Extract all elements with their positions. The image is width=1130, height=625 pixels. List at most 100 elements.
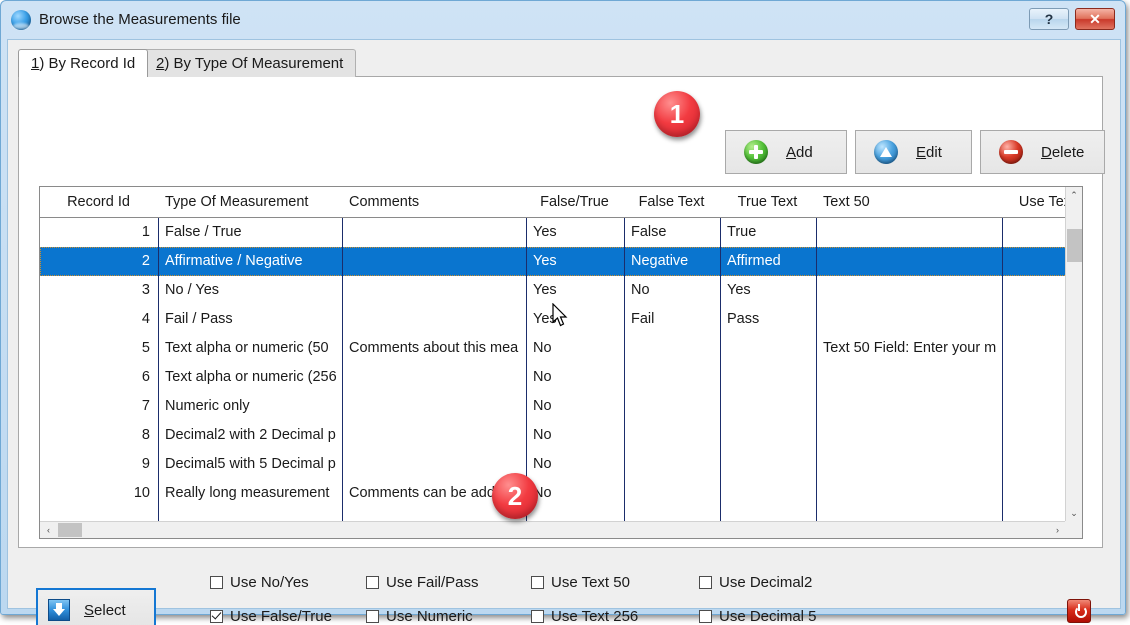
scroll-right-icon[interactable]: ›: [1049, 522, 1066, 538]
cell-false-text: Fail: [624, 305, 719, 334]
delete-button-label: Delete: [1041, 144, 1084, 161]
cell-true-text: [720, 392, 815, 421]
grid-vertical-scrollbar[interactable]: ⌃ ⌄: [1065, 187, 1082, 522]
cell-record-id: 1: [40, 218, 157, 247]
help-button[interactable]: ?: [1029, 8, 1069, 30]
scroll-up-icon[interactable]: ⌃: [1066, 187, 1082, 204]
tab-page-by-record-id: Add Edit Delete Record IdType Of Measure…: [18, 76, 1103, 548]
power-icon[interactable]: [1067, 599, 1091, 623]
vertical-scroll-thumb[interactable]: [1067, 229, 1082, 262]
cell-record-id: 10: [40, 479, 157, 508]
cell-false-true: No: [526, 421, 623, 450]
table-row[interactable]: 10Really long measurementComments can be…: [40, 479, 1067, 508]
edit-button[interactable]: Edit: [855, 130, 972, 174]
checkbox-box[interactable]: [366, 576, 379, 589]
cell-type: False / True: [158, 218, 341, 247]
delete-button[interactable]: Delete: [980, 130, 1105, 174]
table-row[interactable]: 4Fail / PassYesFailPass: [40, 305, 1067, 334]
cell-type: Fail / Pass: [158, 305, 341, 334]
grid-header-false-true[interactable]: False/True: [526, 187, 623, 217]
select-button[interactable]: Select: [36, 588, 156, 625]
cell-type: Really long measurement: [158, 479, 341, 508]
table-row[interactable]: 6Text alpha or numeric (256No: [40, 363, 1067, 392]
browse-measurements-window: Browse the Measurements file ? ✕ 1) By R…: [0, 0, 1126, 615]
grid-header-comments[interactable]: Comments: [342, 187, 525, 217]
cell-false-text: [624, 363, 719, 392]
cell-false-text: [624, 479, 719, 508]
cell-type: Numeric only: [158, 392, 341, 421]
callout-badge-2: 2: [492, 473, 538, 519]
grid-header-false-text[interactable]: False Text: [624, 187, 719, 217]
grid-header-true-text[interactable]: True Text: [720, 187, 815, 217]
checkbox-use-decimal2[interactable]: Use Decimal2: [699, 574, 812, 591]
grid-body: 1False / TrueYesFalseTrue2Affirmative / …: [40, 218, 1082, 539]
cell-record-id: 2: [40, 247, 157, 276]
checkbox-use-text-50[interactable]: Use Text 50: [531, 574, 630, 591]
cell-comments: [342, 363, 525, 392]
cell-false-true: No: [526, 334, 623, 363]
cell-false-text: False: [624, 218, 719, 247]
grid-header-text50[interactable]: Text 50: [816, 187, 1001, 217]
cell-false-text: [624, 421, 719, 450]
cell-false-true: Yes: [526, 218, 623, 247]
scroll-down-icon[interactable]: ⌄: [1066, 505, 1082, 522]
table-row[interactable]: 8Decimal2 with 2 Decimal pNo: [40, 421, 1067, 450]
grid-header-type[interactable]: Type Of Measurement: [158, 187, 341, 217]
horizontal-scroll-thumb[interactable]: [58, 523, 82, 537]
checkbox-box[interactable]: [699, 576, 712, 589]
checkbox-label: Use Decimal2: [719, 574, 812, 591]
checkbox-box[interactable]: [531, 610, 544, 623]
checkbox-box[interactable]: [210, 576, 223, 589]
table-row[interactable]: 5Text alpha or numeric (50Comments about…: [40, 334, 1067, 363]
screenshot-root: Browse the Measurements file ? ✕ 1) By R…: [0, 0, 1130, 625]
cell-true-text: [720, 479, 815, 508]
grid-horizontal-scrollbar[interactable]: ‹ ›: [40, 521, 1066, 538]
cell-comments: [342, 421, 525, 450]
close-button[interactable]: ✕: [1075, 8, 1115, 30]
checkbox-use-decimal-5[interactable]: Use Decimal 5: [699, 608, 817, 625]
tab-by-record-id[interactable]: 1) By Record Id: [18, 49, 148, 77]
table-row[interactable]: 2Affirmative / NegativeYesNegativeAffirm…: [40, 247, 1067, 276]
checkbox-label: Use Numeric: [386, 608, 473, 625]
table-row[interactable]: 1False / TrueYesFalseTrue: [40, 218, 1067, 247]
checkbox-box[interactable]: [210, 610, 223, 623]
scroll-left-icon[interactable]: ‹: [40, 522, 57, 538]
checkbox-box[interactable]: [531, 576, 544, 589]
cell-record-id: 8: [40, 421, 157, 450]
table-row[interactable]: 3No / YesYesNoYes: [40, 276, 1067, 305]
checkbox-label: Use Text 50: [551, 574, 630, 591]
checkbox-use-fail-pass[interactable]: Use Fail/Pass: [366, 574, 479, 591]
table-row[interactable]: 7Numeric onlyNo: [40, 392, 1067, 421]
select-button-label: Select: [84, 602, 126, 619]
checkbox-box[interactable]: [699, 610, 712, 623]
edit-button-label: Edit: [916, 144, 942, 161]
measurements-grid[interactable]: Record IdType Of MeasurementCommentsFals…: [39, 186, 1083, 539]
cell-type: Text alpha or numeric (256: [158, 363, 341, 392]
cell-record-id: 9: [40, 450, 157, 479]
add-button-label: Add: [786, 144, 813, 161]
checkbox-use-false-true[interactable]: Use False/True: [210, 608, 332, 625]
tab-by-type-of-measurement[interactable]: 2) By Type Of Measurement: [143, 49, 356, 77]
checkbox-use-numeric[interactable]: Use Numeric: [366, 608, 473, 625]
cell-false-text: [624, 392, 719, 421]
table-row[interactable]: 9Decimal5 with 5 Decimal pNo: [40, 450, 1067, 479]
cell-text50: Text 50 Field: Enter your m: [816, 334, 1001, 363]
edit-icon: [874, 140, 898, 164]
checkbox-box[interactable]: [366, 610, 379, 623]
cell-text50: [816, 305, 1001, 334]
window-title: Browse the Measurements file: [39, 11, 241, 28]
checkbox-use-no-yes[interactable]: Use No/Yes: [210, 574, 309, 591]
cell-text50: [816, 247, 1001, 276]
cell-true-text: [720, 421, 815, 450]
cell-comments: [342, 276, 525, 305]
cell-record-id: 3: [40, 276, 157, 305]
checkbox-label: Use Decimal 5: [719, 608, 817, 625]
add-button[interactable]: Add: [725, 130, 847, 174]
cell-comments: [342, 450, 525, 479]
cell-comments: [342, 305, 525, 334]
cell-type: Decimal5 with 5 Decimal p: [158, 450, 341, 479]
cell-true-text: Pass: [720, 305, 815, 334]
grid-header-record-id[interactable]: Record Id: [40, 187, 157, 217]
cell-comments: Comments about this mea: [342, 334, 525, 363]
checkbox-use-text-256[interactable]: Use Text 256: [531, 608, 638, 625]
